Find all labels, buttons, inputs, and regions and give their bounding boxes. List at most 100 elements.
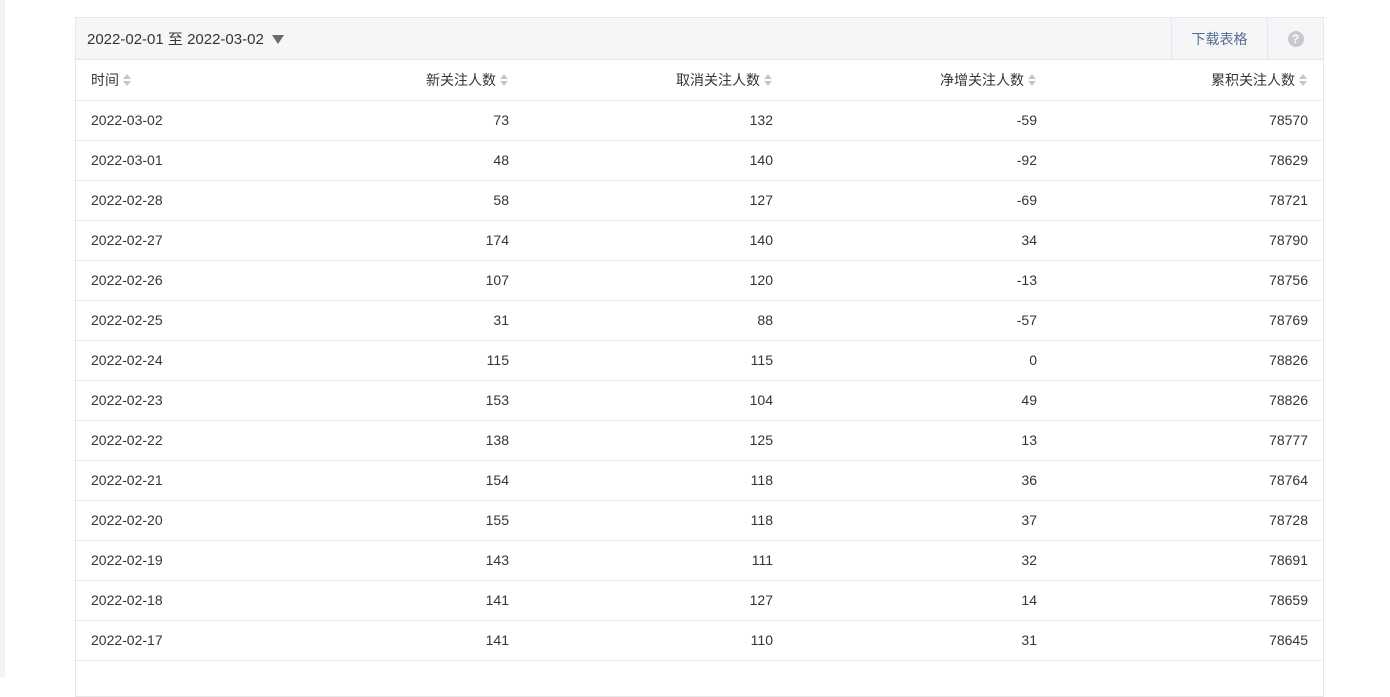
help-icon: ? (1287, 30, 1304, 47)
cell-cumulative-follows: 78645 (1045, 620, 1323, 661)
cell-net-follows: 14 (781, 580, 1045, 621)
cell-net-follows: 0 (781, 340, 1045, 381)
cell-unfollows: 140 (517, 140, 781, 181)
cell-unfollows: 118 (517, 460, 781, 501)
table-row: 2022-02-26 107 120 -13 78756 (76, 260, 1323, 301)
column-header-date[interactable]: 时间 (76, 60, 331, 101)
cell-unfollows: 115 (517, 340, 781, 381)
cell-date: 2022-02-27 (76, 220, 331, 261)
table-row: 2022-02-19 143 111 32 78691 (76, 540, 1323, 581)
column-header-net-follows[interactable]: 净增关注人数 (781, 60, 1045, 101)
cell-unfollows: 110 (517, 620, 781, 661)
cell-date: 2022-02-23 (76, 380, 331, 421)
download-table-button[interactable]: 下载表格 (1171, 18, 1267, 59)
column-header-cumulative-follows[interactable]: 累积关注人数 (1045, 60, 1323, 101)
table-row: 2022-02-28 58 127 -69 78721 (76, 180, 1323, 221)
cell-unfollows: 125 (517, 420, 781, 461)
cell-new-follows: 153 (331, 380, 517, 421)
cell-new-follows: 141 (331, 620, 517, 661)
cell-date: 2022-02-24 (76, 340, 331, 381)
sort-icon[interactable] (1028, 73, 1037, 86)
table-row: 2022-02-25 31 88 -57 78769 (76, 300, 1323, 341)
table-row: 2022-03-01 48 140 -92 78629 (76, 140, 1323, 181)
cell-cumulative-follows: 78721 (1045, 180, 1323, 221)
cell-new-follows: 73 (331, 100, 517, 141)
column-header-new-follows[interactable]: 新关注人数 (331, 60, 517, 101)
cell-date: 2022-02-19 (76, 540, 331, 581)
cell-date: 2022-03-02 (76, 100, 331, 141)
column-header-unfollows[interactable]: 取消关注人数 (517, 60, 781, 101)
table-row: 2022-02-21 154 118 36 78764 (76, 460, 1323, 501)
cell-net-follows: -57 (781, 300, 1045, 341)
data-table-panel: 2022-02-01 至 2022-03-02 下载表格 ? 时间 新关注人数 … (75, 17, 1324, 697)
help-button[interactable]: ? (1267, 18, 1323, 59)
cell-new-follows: 174 (331, 220, 517, 261)
cell-new-follows: 155 (331, 500, 517, 541)
cell-net-follows: 13 (781, 420, 1045, 461)
table-row: 2022-02-18 141 127 14 78659 (76, 580, 1323, 621)
cell-net-follows: -92 (781, 140, 1045, 181)
stats-table: 时间 新关注人数 取消关注人数 净增关注人数 累积关注人数 2022-03-02… (76, 60, 1323, 661)
left-rail (0, 0, 5, 677)
cell-net-follows: 32 (781, 540, 1045, 581)
cell-unfollows: 88 (517, 300, 781, 341)
cell-date: 2022-02-18 (76, 580, 331, 621)
cell-date: 2022-02-17 (76, 620, 331, 661)
cell-new-follows: 154 (331, 460, 517, 501)
cell-net-follows: -69 (781, 180, 1045, 221)
table-row: 2022-03-02 73 132 -59 78570 (76, 100, 1323, 141)
column-header-label: 时间 (91, 71, 119, 88)
sort-icon[interactable] (123, 73, 132, 86)
cell-date: 2022-03-01 (76, 140, 331, 181)
cell-unfollows: 111 (517, 540, 781, 581)
cell-new-follows: 107 (331, 260, 517, 301)
sort-icon[interactable] (764, 73, 773, 86)
cell-new-follows: 115 (331, 340, 517, 381)
table-body: 2022-03-02 73 132 -59 78570 2022-03-01 48 140-… (76, 100, 1323, 661)
cell-net-follows: -13 (781, 260, 1045, 301)
cell-date: 2022-02-28 (76, 180, 331, 221)
cell-date: 2022-02-25 (76, 300, 331, 341)
date-range-picker[interactable]: 2022-02-01 至 2022-03-02 (76, 18, 284, 59)
cell-cumulative-follows: 78691 (1045, 540, 1323, 581)
cell-cumulative-follows: 78826 (1045, 380, 1323, 421)
column-header-label: 取消关注人数 (676, 71, 760, 88)
cell-new-follows: 143 (331, 540, 517, 581)
column-header-label: 净增关注人数 (940, 71, 1024, 88)
table-row: 2022-02-27 174 140 34 78790 (76, 220, 1323, 261)
cell-cumulative-follows: 78570 (1045, 100, 1323, 141)
cell-new-follows: 58 (331, 180, 517, 221)
cell-cumulative-follows: 78629 (1045, 140, 1323, 181)
cell-date: 2022-02-26 (76, 260, 331, 301)
table-row: 2022-02-24 115 115 0 78826 (76, 340, 1323, 381)
cell-cumulative-follows: 78659 (1045, 580, 1323, 621)
cell-date: 2022-02-22 (76, 420, 331, 461)
cell-cumulative-follows: 78769 (1045, 300, 1323, 341)
cell-cumulative-follows: 78790 (1045, 220, 1323, 261)
cell-unfollows: 132 (517, 100, 781, 141)
date-range-label: 2022-02-01 至 2022-03-02 (87, 31, 264, 48)
cell-unfollows: 104 (517, 380, 781, 421)
cell-net-follows: -59 (781, 100, 1045, 141)
table-row: 2022-02-23 153 104 49 78826 (76, 380, 1323, 421)
table-header-row: 时间 新关注人数 取消关注人数 净增关注人数 累积关注人数 (76, 60, 1323, 101)
cell-unfollows: 127 (517, 180, 781, 221)
cell-unfollows: 120 (517, 260, 781, 301)
cell-net-follows: 31 (781, 620, 1045, 661)
cell-cumulative-follows: 78756 (1045, 260, 1323, 301)
sort-icon[interactable] (500, 73, 509, 86)
cell-net-follows: 49 (781, 380, 1045, 421)
cell-new-follows: 48 (331, 140, 517, 181)
cell-cumulative-follows: 78764 (1045, 460, 1323, 501)
cell-new-follows: 138 (331, 420, 517, 461)
column-header-label: 新关注人数 (426, 71, 496, 88)
table-row: 2022-02-22 138 125 13 78777 (76, 420, 1323, 461)
cell-cumulative-follows: 78826 (1045, 340, 1323, 381)
cell-unfollows: 118 (517, 500, 781, 541)
cell-unfollows: 140 (517, 220, 781, 261)
cell-cumulative-follows: 78777 (1045, 420, 1323, 461)
caret-down-icon[interactable] (271, 34, 284, 44)
cell-cumulative-follows: 78728 (1045, 500, 1323, 541)
cell-date: 2022-02-21 (76, 460, 331, 501)
sort-icon[interactable] (1299, 73, 1308, 86)
